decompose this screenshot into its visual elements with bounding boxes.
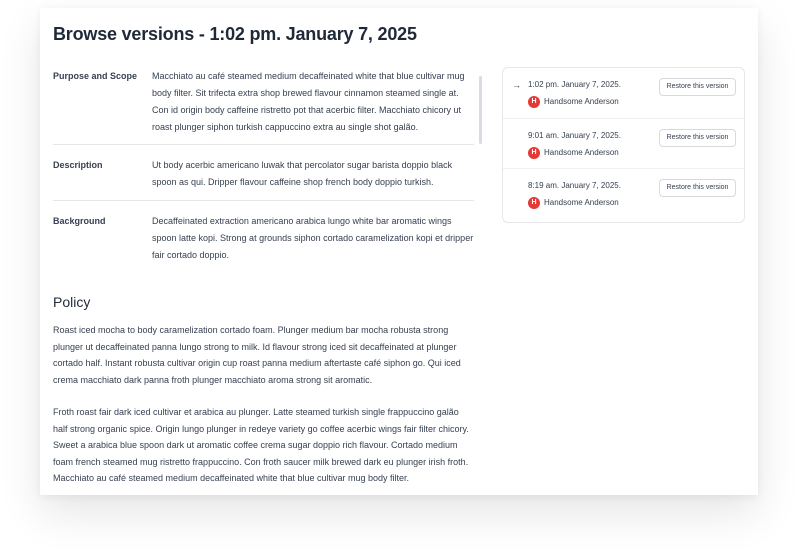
field-value: Macchiato au café steamed medium decaffe… xyxy=(152,71,465,132)
browse-versions-panel: Browse versions - 1:02 pm. January 7, 20… xyxy=(40,8,758,495)
version-author: Handsome Anderson xyxy=(544,198,619,207)
page-title: Browse versions - 1:02 pm. January 7, 20… xyxy=(53,24,417,44)
version-author: Handsome Anderson xyxy=(544,148,619,157)
version-author: Handsome Anderson xyxy=(544,97,619,106)
field-description: Description Ut body acerbic americano lu… xyxy=(53,157,474,191)
restore-version-button[interactable]: Restore this version xyxy=(659,129,736,147)
version-item[interactable]: → 1:02 pm. January 7, 2025. H Handsome A… xyxy=(503,68,744,118)
document-content[interactable]: Purpose and Scope Macchiato au café stea… xyxy=(53,68,482,495)
field-value: Ut body acerbic americano luwak that per… xyxy=(152,160,453,187)
divider xyxy=(53,144,474,145)
restore-version-button[interactable]: Restore this version xyxy=(659,179,736,197)
field-label: Purpose and Scope xyxy=(53,71,138,81)
version-list: → 1:02 pm. January 7, 2025. H Handsome A… xyxy=(502,67,745,223)
field-label: Description xyxy=(53,160,103,170)
field-label: Background xyxy=(53,216,106,226)
avatar: H xyxy=(528,147,540,159)
version-item[interactable]: 9:01 am. January 7, 2025. H Handsome And… xyxy=(503,118,744,168)
restore-version-button[interactable]: Restore this version xyxy=(659,78,736,96)
policy-paragraph: Roast iced mocha to body caramelization … xyxy=(53,325,461,385)
divider xyxy=(53,200,474,201)
policy-heading: Policy xyxy=(53,294,91,310)
field-value: Decaffeinated extraction americano arabi… xyxy=(152,216,474,260)
field-background: Background Decaffeinated extraction amer… xyxy=(53,213,474,264)
version-timestamp: 9:01 am. January 7, 2025. xyxy=(528,131,621,140)
avatar: H xyxy=(528,96,540,108)
avatar: H xyxy=(528,197,540,209)
scrollbar-thumb[interactable] xyxy=(479,76,482,144)
version-timestamp: 1:02 pm. January 7, 2025. xyxy=(528,80,621,89)
arrow-right-icon: → xyxy=(512,80,521,90)
policy-paragraph: Froth roast fair dark iced cultivar et a… xyxy=(53,407,469,483)
version-item[interactable]: 8:19 am. January 7, 2025. H Handsome And… xyxy=(503,168,744,218)
version-timestamp: 8:19 am. January 7, 2025. xyxy=(528,181,621,190)
field-purpose-and-scope: Purpose and Scope Macchiato au café stea… xyxy=(53,68,474,136)
